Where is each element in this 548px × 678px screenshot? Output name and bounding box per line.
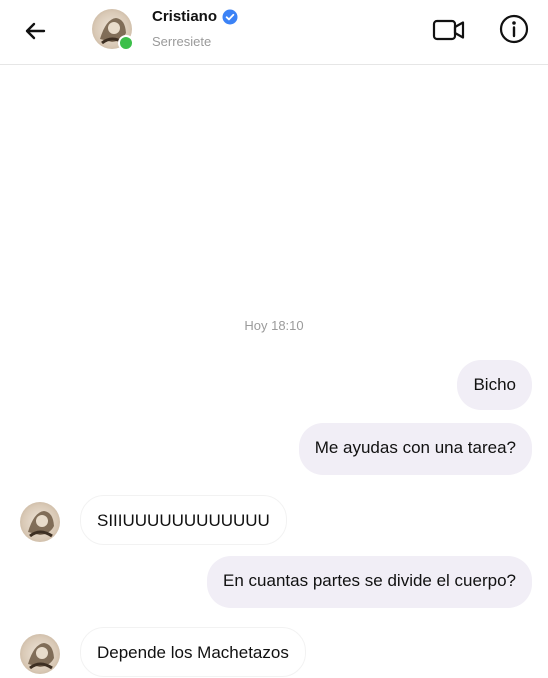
- contact-name-row[interactable]: Cristiano: [152, 8, 238, 25]
- contact-name: Cristiano: [152, 8, 218, 25]
- video-camera-icon[interactable]: [432, 16, 466, 44]
- verified-badge-icon: [222, 9, 238, 24]
- chat-header: Cristiano Serresiete: [0, 0, 548, 65]
- message-sent[interactable]: Bicho: [457, 360, 532, 410]
- message-received[interactable]: Depende los Machetazos: [80, 627, 306, 677]
- info-icon[interactable]: [498, 13, 530, 45]
- sender-avatar[interactable]: [20, 502, 60, 542]
- sender-avatar[interactable]: [20, 634, 60, 674]
- message-sent[interactable]: Me ayudas con una tarea?: [298, 423, 532, 475]
- chat-timestamp: Hoy 18:10: [244, 318, 304, 333]
- contact-username: Serresiete: [152, 34, 212, 49]
- message-received[interactable]: SIIIUUUUUUUUUUUU: [80, 495, 287, 545]
- arrow-left-icon[interactable]: [20, 16, 50, 46]
- online-status-dot: [118, 35, 134, 51]
- avatar[interactable]: [92, 9, 134, 51]
- message-sent[interactable]: En cuantas partes se divide el cuerpo?: [207, 556, 532, 608]
